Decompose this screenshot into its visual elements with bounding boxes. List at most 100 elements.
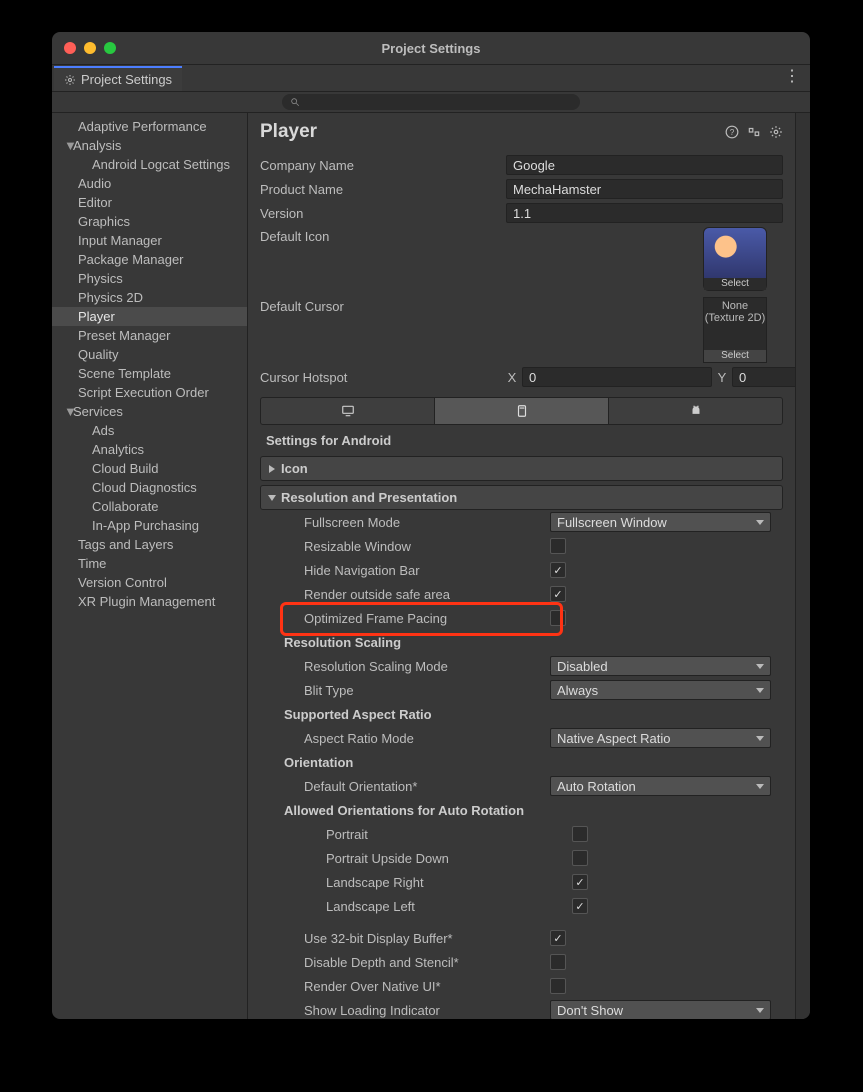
sidebar-item-time[interactable]: Time — [52, 554, 247, 573]
sidebar-item-analytics[interactable]: Analytics — [52, 440, 247, 459]
project-settings-window: Project Settings Project Settings ⋮ Adap… — [52, 32, 810, 1019]
monitor-icon — [340, 404, 356, 418]
sidebar-item-audio[interactable]: Audio — [52, 174, 247, 193]
landscape-right-checkbox[interactable]: ✓ — [572, 874, 588, 890]
native-ui-checkbox[interactable] — [550, 978, 566, 994]
default-orientation-label: Default Orientation* — [272, 779, 550, 794]
settings-sidebar: Adaptive Performance ▼Analysis Android L… — [52, 113, 248, 1019]
resolution-scaling-heading: Resolution Scaling — [272, 635, 530, 650]
sidebar-item-preset-manager[interactable]: Preset Manager — [52, 326, 247, 345]
icon-select-button[interactable]: Select — [704, 278, 766, 290]
sidebar-item-cloud-diagnostics[interactable]: Cloud Diagnostics — [52, 478, 247, 497]
settings-gear-icon[interactable] — [769, 125, 783, 139]
portrait-upside-down-label: Portrait Upside Down — [272, 851, 572, 866]
settings-for-label: Settings for Android — [248, 425, 795, 452]
player-settings-panel: Player ? Company Name Product Name Versi… — [248, 113, 795, 1019]
company-name-field[interactable] — [506, 155, 783, 175]
sidebar-item-tags-layers[interactable]: Tags and Layers — [52, 535, 247, 554]
resolution-scaling-mode-label: Resolution Scaling Mode — [272, 659, 550, 674]
tab-bar: Project Settings ⋮ — [52, 65, 810, 92]
sidebar-item-collaborate[interactable]: Collaborate — [52, 497, 247, 516]
sidebar-item-version-control[interactable]: Version Control — [52, 573, 247, 592]
fold-icon[interactable]: Icon — [260, 456, 783, 481]
platform-tab-android[interactable] — [609, 398, 782, 424]
sidebar-item-scene-template[interactable]: Scene Template — [52, 364, 247, 383]
tab-project-settings[interactable]: Project Settings — [54, 66, 182, 91]
resizable-window-checkbox[interactable] — [550, 538, 566, 554]
split-view: Adaptive Performance ▼Analysis Android L… — [52, 113, 810, 1019]
portrait-label: Portrait — [272, 827, 572, 842]
hide-nav-bar-checkbox[interactable]: ✓ — [550, 562, 566, 578]
default-icon-label: Default Icon — [260, 227, 506, 244]
y-label: Y — [716, 370, 728, 385]
native-ui-label: Render Over Native UI* — [272, 979, 550, 994]
sidebar-item-script-execution-order[interactable]: Script Execution Order — [52, 383, 247, 402]
default-icon-thumb[interactable]: Select — [703, 227, 767, 291]
resolution-scaling-mode-select[interactable]: Disabled — [550, 656, 771, 676]
sidebar-item-android-logcat[interactable]: Android Logcat Settings — [52, 155, 247, 174]
presets-icon[interactable] — [747, 125, 761, 139]
panel-header: Player ? — [248, 113, 795, 153]
hotspot-x-field[interactable] — [522, 367, 712, 387]
tab-label: Project Settings — [81, 72, 172, 87]
search-input[interactable] — [282, 94, 580, 110]
frame-pacing-label: Optimized Frame Pacing — [272, 611, 550, 626]
sidebar-item-analysis[interactable]: ▼Analysis — [52, 136, 247, 155]
hotspot-y-field[interactable] — [732, 367, 795, 387]
sidebar-item-ads[interactable]: Ads — [52, 421, 247, 440]
sidebar-item-graphics[interactable]: Graphics — [52, 212, 247, 231]
sidebar-item-package-manager[interactable]: Package Manager — [52, 250, 247, 269]
depth-stencil-label: Disable Depth and Stencil* — [272, 955, 550, 970]
sidebar-item-adaptive-performance[interactable]: Adaptive Performance — [52, 117, 247, 136]
allowed-orientations-heading: Allowed Orientations for Auto Rotation — [272, 803, 524, 818]
product-name-field[interactable] — [506, 179, 783, 199]
orientation-heading: Orientation — [272, 755, 530, 770]
cursor-select-button[interactable]: Select — [704, 350, 766, 362]
company-name-label: Company Name — [260, 158, 506, 173]
sidebar-item-physics-2d[interactable]: Physics 2D — [52, 288, 247, 307]
portrait-upside-down-checkbox[interactable] — [572, 850, 588, 866]
sidebar-item-services[interactable]: ▼Services — [52, 402, 247, 421]
x-label: X — [506, 370, 518, 385]
safe-area-label: Render outside safe area — [272, 587, 550, 602]
sidebar-item-quality[interactable]: Quality — [52, 345, 247, 364]
fold-resolution-presentation[interactable]: Resolution and Presentation — [260, 485, 783, 510]
search-icon — [290, 97, 300, 107]
gear-icon — [64, 74, 76, 86]
loading-indicator-select[interactable]: Don't Show — [550, 1000, 771, 1019]
platform-tab-standalone[interactable] — [261, 398, 435, 424]
default-orientation-select[interactable]: Auto Rotation — [550, 776, 771, 796]
sidebar-item-cloud-build[interactable]: Cloud Build — [52, 459, 247, 478]
default-cursor-label: Default Cursor — [260, 297, 506, 314]
cursor-none-text: None — [722, 300, 748, 312]
window-title: Project Settings — [52, 41, 810, 56]
default-cursor-thumb[interactable]: None(Texture 2D) Select — [703, 297, 767, 363]
landscape-left-checkbox[interactable]: ✓ — [572, 898, 588, 914]
sidebar-item-input-manager[interactable]: Input Manager — [52, 231, 247, 250]
fullscreen-mode-select[interactable]: Fullscreen Window — [550, 512, 771, 532]
sidebar-item-editor[interactable]: Editor — [52, 193, 247, 212]
sidebar-item-physics[interactable]: Physics — [52, 269, 247, 288]
sidebar-item-xr-plugin[interactable]: XR Plugin Management — [52, 592, 247, 611]
fullscreen-mode-label: Fullscreen Mode — [272, 515, 550, 530]
cursor-hotspot-label: Cursor Hotspot — [260, 370, 506, 385]
webgl-icon — [515, 404, 529, 418]
vertical-scrollbar[interactable] — [795, 113, 810, 1019]
panel-heading: Player — [260, 121, 317, 143]
portrait-checkbox[interactable] — [572, 826, 588, 842]
display-buffer-checkbox[interactable]: ✓ — [550, 930, 566, 946]
frame-pacing-checkbox[interactable] — [550, 610, 566, 626]
sidebar-item-iap[interactable]: In-App Purchasing — [52, 516, 247, 535]
sidebar-item-player[interactable]: Player — [52, 307, 247, 326]
landscape-left-label: Landscape Left — [272, 899, 572, 914]
help-icon[interactable]: ? — [725, 125, 739, 139]
tab-menu-button[interactable]: ⋮ — [784, 70, 800, 84]
aspect-ratio-mode-select[interactable]: Native Aspect Ratio — [550, 728, 771, 748]
depth-stencil-checkbox[interactable] — [550, 954, 566, 970]
safe-area-checkbox[interactable]: ✓ — [550, 586, 566, 602]
blit-type-select[interactable]: Always — [550, 680, 771, 700]
version-field[interactable] — [506, 203, 783, 223]
cursor-type-text: (Texture 2D) — [705, 312, 766, 324]
landscape-right-label: Landscape Right — [272, 875, 572, 890]
platform-tab-webgl[interactable] — [435, 398, 609, 424]
